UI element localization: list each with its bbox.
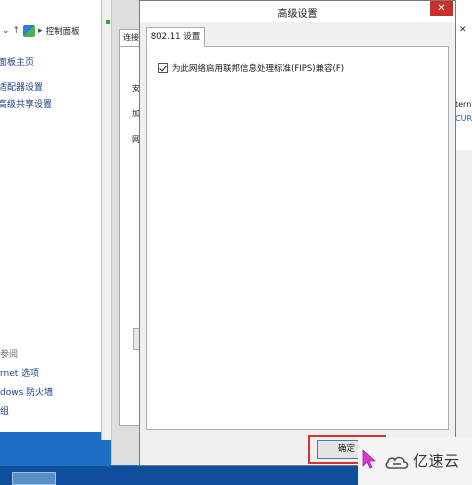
chevron-right-icon: ▸ (38, 26, 43, 36)
cloud-logo-icon (385, 456, 409, 469)
sidebar-item-windows-firewall[interactable]: dows 防火墙 (0, 384, 95, 403)
up-arrow-icon[interactable]: ↑ (13, 26, 21, 36)
close-button[interactable]: ✕ (430, 1, 453, 16)
close-icon: ✕ (437, 2, 446, 14)
sidebar-item-advanced-sharing[interactable]: 高级共享设置 (0, 97, 95, 114)
sidebar-item-adapter-settings[interactable]: 适配器设置 (0, 80, 95, 97)
sidebar-item-home[interactable]: 面板主页 (0, 55, 95, 72)
fips-checkbox[interactable] (158, 63, 168, 73)
see-also-heading: 参阅 (0, 350, 19, 360)
sidebar-item-group[interactable]: 组 (0, 403, 95, 422)
advanced-settings-dialog: 高级设置 ✕ 802.11 设置 为此网络启用联邦信息处理标准(FIPS)兼容(… (139, 0, 456, 466)
close-icon[interactable]: ✕ (459, 25, 467, 35)
tab-80211-settings[interactable]: 802.11 设置 (146, 27, 205, 47)
network-properties-panel (119, 46, 141, 426)
chevron-down-icon[interactable]: ⌄ (2, 26, 10, 36)
right-partial-text: tern CUR (455, 98, 472, 126)
right-window-panel (455, 150, 472, 440)
sidebar-item-internet-options[interactable]: rnet 选项 (0, 365, 95, 384)
mouse-cursor-icon (362, 449, 376, 469)
fips-checkbox-label[interactable]: 为此网络启用联邦信息处理标准(FIPS)兼容(F) (172, 62, 344, 74)
partial-text: tern (455, 100, 472, 109)
fips-option[interactable]: 为此网络启用联邦信息处理标准(FIPS)兼容(F) (158, 62, 344, 74)
tab-panel: 为此网络启用联邦信息处理标准(FIPS)兼容(F) (146, 46, 449, 430)
sidebar-see-also: 参阅 rnet 选项 dows 防火墙 组 (0, 346, 95, 422)
dialog-titlebar[interactable]: 高级设置 ✕ (140, 1, 455, 22)
control-panel-icon (23, 25, 36, 37)
dialog-title: 高级设置 (277, 9, 318, 20)
tab-connection[interactable]: 连接 (119, 29, 141, 47)
watermark-text: 亿速云 (413, 452, 460, 470)
partial-link[interactable]: CUR (455, 112, 472, 126)
sidebar-top: 面板主页 适配器设置 高级共享设置 (0, 55, 95, 114)
signal-icon (106, 20, 110, 24)
breadcrumb-control-panel[interactable]: 控制面板 (46, 25, 80, 37)
taskbar-button[interactable] (12, 472, 56, 485)
